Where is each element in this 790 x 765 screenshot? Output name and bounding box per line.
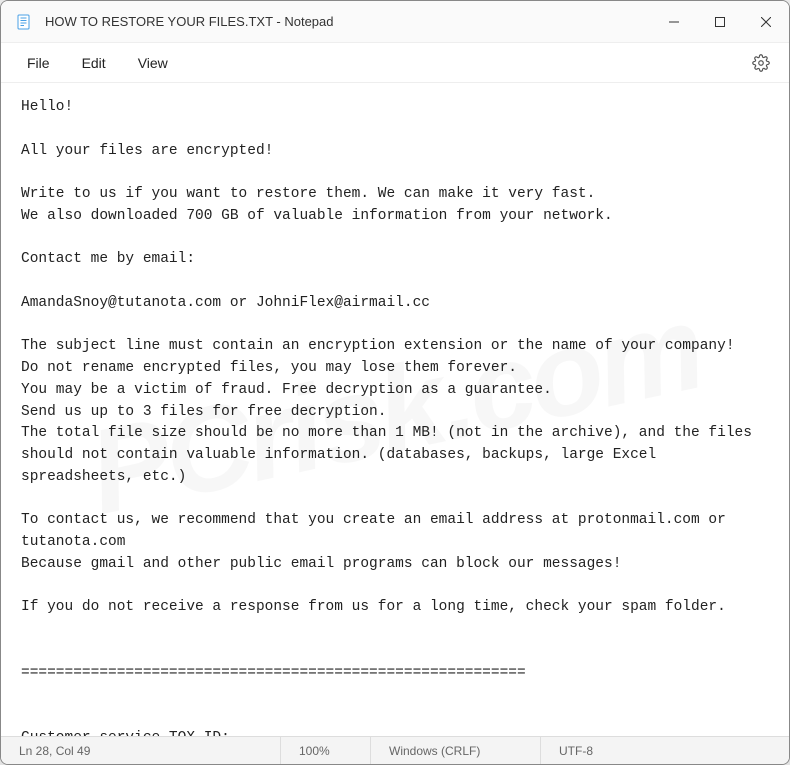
menu-file[interactable]: File bbox=[11, 49, 66, 77]
editor-content: Hello! All your files are encrypted! Wri… bbox=[21, 99, 761, 736]
maximize-button[interactable] bbox=[697, 1, 743, 42]
titlebar: HOW TO RESTORE YOUR FILES.TXT - Notepad bbox=[1, 1, 789, 43]
status-zoom[interactable]: 100% bbox=[281, 737, 371, 764]
status-encoding: UTF-8 bbox=[541, 737, 789, 764]
menu-view[interactable]: View bbox=[122, 49, 184, 77]
window-title: HOW TO RESTORE YOUR FILES.TXT - Notepad bbox=[45, 14, 651, 29]
notepad-window: HOW TO RESTORE YOUR FILES.TXT - Notepad … bbox=[0, 0, 790, 765]
statusbar: Ln 28, Col 49 100% Windows (CRLF) UTF-8 bbox=[1, 736, 789, 764]
settings-button[interactable] bbox=[743, 45, 779, 81]
status-line-endings: Windows (CRLF) bbox=[371, 737, 541, 764]
minimize-button[interactable] bbox=[651, 1, 697, 42]
window-controls bbox=[651, 1, 789, 42]
status-position: Ln 28, Col 49 bbox=[1, 737, 281, 764]
menu-edit[interactable]: Edit bbox=[66, 49, 122, 77]
text-editor-area[interactable]: PCrisk.comHello! All your files are encr… bbox=[1, 83, 789, 736]
menubar: File Edit View bbox=[1, 43, 789, 83]
notepad-app-icon bbox=[15, 13, 33, 31]
close-button[interactable] bbox=[743, 1, 789, 42]
